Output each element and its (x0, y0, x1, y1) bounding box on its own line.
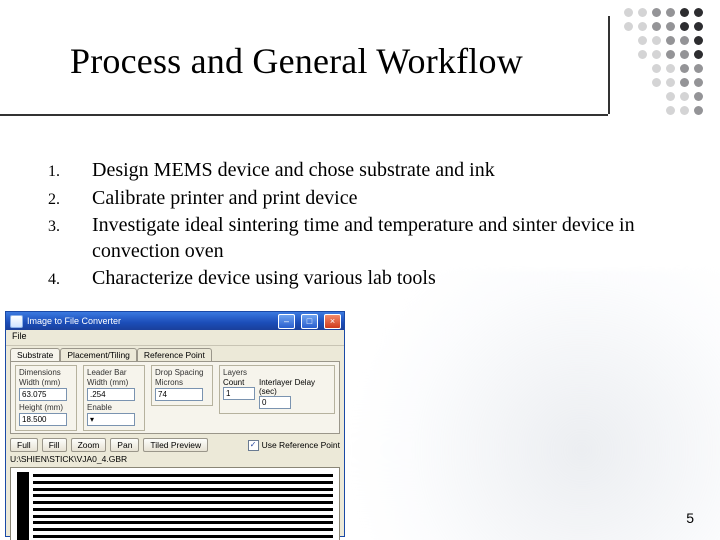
menu-file[interactable]: File (12, 331, 27, 341)
layers-count-label: Count (223, 378, 255, 387)
use-reference-point-checkbox[interactable]: ✓ Use Reference Point (248, 440, 340, 451)
enable-select[interactable]: ▾ (87, 413, 135, 426)
embedded-app-window: Image to File Converter – □ × File Subst… (6, 312, 344, 536)
tab-placement-tiling[interactable]: Placement/Tiling (60, 348, 137, 361)
enable-label: Enable (87, 403, 141, 412)
app-icon (10, 315, 23, 328)
window-titlebar[interactable]: Image to File Converter – □ × (6, 312, 344, 330)
list-number: 1. (48, 158, 92, 182)
interlayer-label: Interlayer Delay (sec) (259, 378, 331, 396)
list-item: 2. Calibrate printer and print device (48, 186, 688, 212)
slide-title: Process and General Workflow (70, 40, 523, 82)
list-number: 4. (48, 266, 92, 290)
group-label: Layers (223, 368, 331, 377)
preview-canvas[interactable] (10, 467, 340, 540)
list-text: Calibrate printer and print device (92, 186, 688, 212)
toolbar-row: Full Fill Zoom Pan Tiled Preview ✓ Use R… (10, 438, 340, 452)
full-button[interactable]: Full (10, 438, 38, 452)
page-number: 5 (686, 510, 694, 526)
list-item: 1. Design MEMS device and chose substrat… (48, 158, 688, 184)
numbered-list: 1. Design MEMS device and chose substrat… (48, 158, 688, 294)
title-row: Process and General Workflow (0, 60, 720, 130)
group-layers: Layers Count 1 Interlayer Delay (sec) 0 (219, 365, 335, 414)
title-underline (0, 114, 608, 116)
checkbox-icon: ✓ (248, 440, 259, 451)
group-label: Leader Bar (87, 368, 141, 377)
list-text: Design MEMS device and chose substrate a… (92, 158, 688, 184)
group-leader-bar: Leader Bar Width (mm) .254 Enable ▾ (83, 365, 145, 431)
decorative-dot-grid (624, 8, 705, 117)
drop-spacing-input[interactable]: 74 (155, 388, 203, 401)
interlayer-input[interactable]: 0 (259, 396, 291, 409)
tab-body: Dimensions Width (mm) 63.075 Height (mm)… (10, 361, 340, 434)
height-input[interactable]: 18.500 (19, 413, 67, 426)
background-photo-wash (330, 270, 720, 540)
tab-strip: Substrate Placement/Tiling Reference Poi… (6, 346, 344, 361)
layers-count-input[interactable]: 1 (223, 387, 255, 400)
pan-button[interactable]: Pan (110, 438, 139, 452)
list-text: Investigate ideal sintering time and tem… (92, 213, 688, 264)
list-item: 3. Investigate ideal sintering time and … (48, 213, 688, 264)
tiled-preview-button[interactable]: Tiled Preview (143, 438, 208, 452)
fill-button[interactable]: Fill (42, 438, 67, 452)
list-text: Characterize device using various lab to… (92, 266, 688, 292)
window-title: Image to File Converter (27, 316, 121, 326)
preview-trace-lines (33, 474, 333, 538)
preview-solid-block (17, 472, 29, 540)
tab-substrate[interactable]: Substrate (10, 348, 60, 361)
list-number: 3. (48, 213, 92, 237)
group-dimensions: Dimensions Width (mm) 63.075 Height (mm)… (15, 365, 77, 431)
group-label: Drop Spacing (155, 368, 209, 377)
file-path: U:\SHIEN\STICK\VJA0_4.GBR (10, 454, 340, 464)
height-label: Height (mm) (19, 403, 73, 412)
checkbox-label: Use Reference Point (262, 440, 340, 450)
width-input[interactable]: 63.075 (19, 388, 67, 401)
width-label: Width (mm) (19, 378, 73, 387)
zoom-button[interactable]: Zoom (71, 438, 107, 452)
leader-width-input[interactable]: .254 (87, 388, 135, 401)
close-button[interactable]: × (324, 314, 341, 329)
leader-width-label: Width (mm) (87, 378, 141, 387)
menu-bar: File (6, 330, 344, 346)
drop-label: Microns (155, 378, 209, 387)
list-number: 2. (48, 186, 92, 210)
tab-reference-point[interactable]: Reference Point (137, 348, 212, 361)
list-item: 4. Characterize device using various lab… (48, 266, 688, 292)
group-label: Dimensions (19, 368, 73, 377)
maximize-button[interactable]: □ (301, 314, 318, 329)
group-drop-spacing: Drop Spacing Microns 74 (151, 365, 213, 406)
minimize-button[interactable]: – (278, 314, 295, 329)
